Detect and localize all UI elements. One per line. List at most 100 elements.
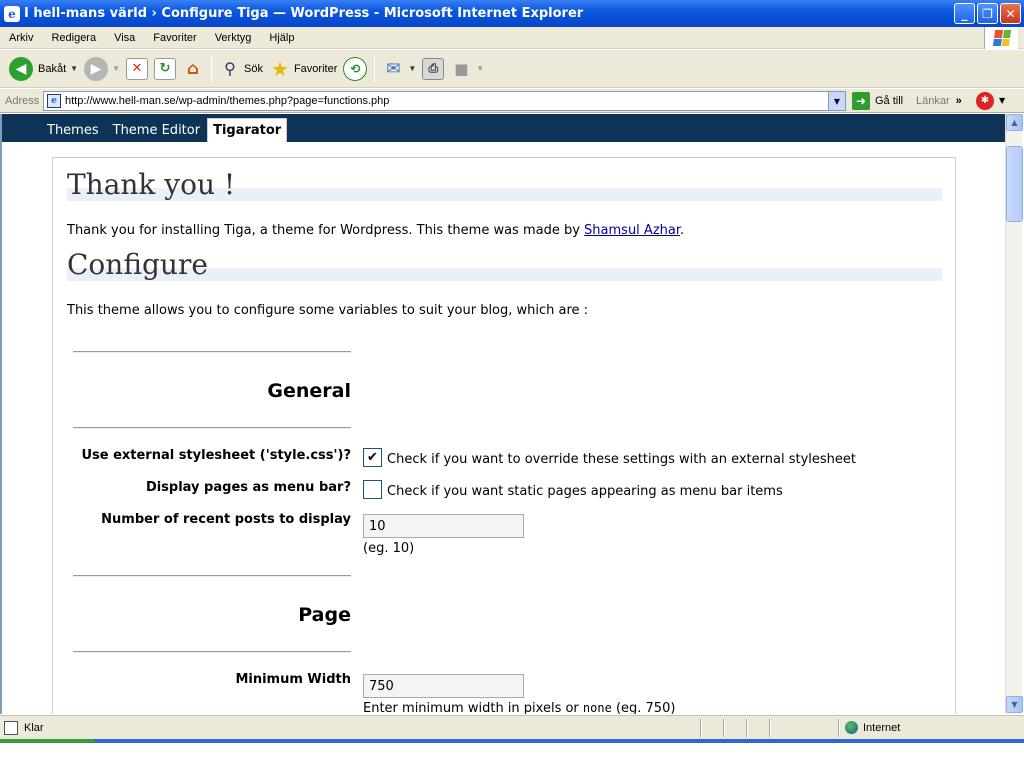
tab-tigarator[interactable]: Tigarator [207,118,288,142]
links-label: Länkar [916,95,950,107]
page-status-icon [4,720,18,735]
scroll-thumb[interactable] [1006,146,1023,222]
general-section-title: General [267,380,351,402]
min-width-label: Minimum Width [235,672,351,687]
configure-heading: Configure [67,248,208,281]
pages-menu-checkbox[interactable] [363,480,382,499]
go-label: Gå till [875,95,904,107]
min-width-hint-code: none [582,701,612,714]
scroll-down-icon[interactable]: ▼ [1006,696,1023,713]
toolbar: ◀ Bakåt ▼ ▶ ▼ ✕ ↻ ⌂ ⚲ Sök ★ Favoriter ⟲ … [0,50,1024,88]
page-section-title: Page [298,604,351,626]
desktop-area [0,743,1024,770]
edit-dropdown-icon[interactable]: ▼ [476,64,484,73]
min-width-hint-b: (eg. 750) [611,701,676,714]
history-icon: ⟲ [343,56,368,81]
divider [73,427,351,429]
stop-icon: ✕ [125,57,148,80]
globe-icon [845,721,858,734]
print-button[interactable]: ⎙ [419,53,447,85]
go-arrow-icon: ➜ [852,92,870,110]
addon-dropdown-icon[interactable]: ▼ [999,96,1005,105]
search-label: Sök [243,62,263,75]
minimize-button[interactable]: _ [954,3,975,24]
back-button[interactable]: ◀ Bakåt ▼ [6,53,81,85]
menu-arkiv[interactable]: Arkiv [0,32,42,44]
address-dropdown-icon[interactable]: ▼ [828,92,845,110]
pages-menu-text: Check if you want static pages appearing… [387,484,783,499]
thanks-paragraph: Thank you for installing Tiga, a theme f… [67,223,684,238]
mail-dropdown-icon[interactable]: ▼ [408,64,416,73]
divider [73,651,351,653]
history-button[interactable]: ⟲ [340,53,370,85]
wp-admin-submenu: Themes Theme Editor Tigarator [2,114,1005,142]
tab-themes[interactable]: Themes [40,123,106,142]
author-link[interactable]: Shamsul Azhar [584,223,680,238]
content-wrap: Thank you ! Thank you for installing Tig… [52,157,956,714]
menu-favoriter[interactable]: Favoriter [144,32,205,44]
recent-posts-label: Number of recent posts to display [101,512,351,527]
search-icon: ⚲ [224,59,236,78]
menu-bar: Arkiv Redigera Visa Favoriter Verktyg Hj… [0,27,1024,49]
close-button[interactable]: ✕ [1000,3,1021,24]
mail-button[interactable]: ✉ ▼ [379,53,419,85]
refresh-icon: ↻ [153,57,176,80]
back-arrow-icon: ◀ [9,56,33,81]
menu-verktyg[interactable]: Verktyg [206,32,261,44]
recent-posts-input[interactable]: 10 [363,514,524,538]
vertical-scrollbar[interactable]: ▲ ▼ [1005,114,1023,714]
divider [73,575,351,577]
refresh-button[interactable]: ↻ [151,53,179,85]
page-viewport: Themes Theme Editor Tigarator Thank you … [0,114,1005,714]
divider [73,351,351,353]
home-button[interactable]: ⌂ [179,53,207,85]
tab-theme-editor[interactable]: Theme Editor [106,123,207,142]
zone-label: Internet [863,721,901,734]
toolbar-separator [210,54,212,83]
print-icon: ⎙ [422,57,445,80]
edit-icon: ■ [454,59,469,78]
menu-redigera[interactable]: Redigera [42,32,105,44]
forward-dropdown-icon[interactable]: ▼ [112,64,120,73]
toolbar-separator [374,54,376,83]
back-label: Bakåt [38,62,67,75]
forward-arrow-icon: ▶ [84,56,109,81]
favorites-button[interactable]: ★ Favoriter [266,53,340,85]
thanks-end: . [680,223,685,238]
window-title: I hell-mans värld › Configure Tiga — Wor… [24,6,584,21]
thank-you-heading: Thank you ! [67,168,236,201]
status-divider [700,719,702,737]
status-divider [769,719,771,737]
address-field[interactable]: e http://www.hell-man.se/wp-admin/themes… [43,91,846,111]
status-divider [723,719,725,737]
addon-icon[interactable]: ✱ [976,92,994,110]
min-width-hint-a: Enter minimum width in pixels or [363,701,583,714]
status-divider [838,719,840,737]
min-width-input[interactable]: 750 [363,674,524,698]
go-button[interactable]: ➜ Gå till [852,92,903,110]
menu-hjalp[interactable]: Hjälp [260,32,303,44]
edit-button[interactable]: ■ ▼ [447,53,487,85]
home-icon: ⌂ [186,58,200,79]
status-text: Klar [24,721,44,734]
star-icon: ★ [270,56,289,81]
recent-posts-hint: (eg. 10) [363,541,415,556]
links-button[interactable]: Länkar » [916,95,962,107]
maximize-button[interactable]: ❐ [977,3,998,24]
scroll-up-icon[interactable]: ▲ [1006,114,1023,131]
status-divider [746,719,748,737]
configure-paragraph: This theme allows you to configure some … [67,303,589,318]
search-button[interactable]: ⚲ Sök [216,53,266,85]
page-icon: e [47,94,61,108]
ie-icon: e [4,5,20,22]
thanks-text: Thank you for installing Tiga, a theme f… [67,223,585,238]
address-bar: Adress e http://www.hell-man.se/wp-admin… [0,89,1024,113]
menu-visa[interactable]: Visa [105,32,144,44]
external-stylesheet-checkbox[interactable]: ✔ [363,448,382,467]
forward-button[interactable]: ▶ ▼ [81,53,123,85]
back-dropdown-icon[interactable]: ▼ [70,64,78,73]
stop-button[interactable]: ✕ [123,53,151,85]
address-url[interactable]: http://www.hell-man.se/wp-admin/themes.p… [65,95,389,107]
security-zone: Internet [845,721,900,734]
windows-logo-icon [984,27,1018,49]
